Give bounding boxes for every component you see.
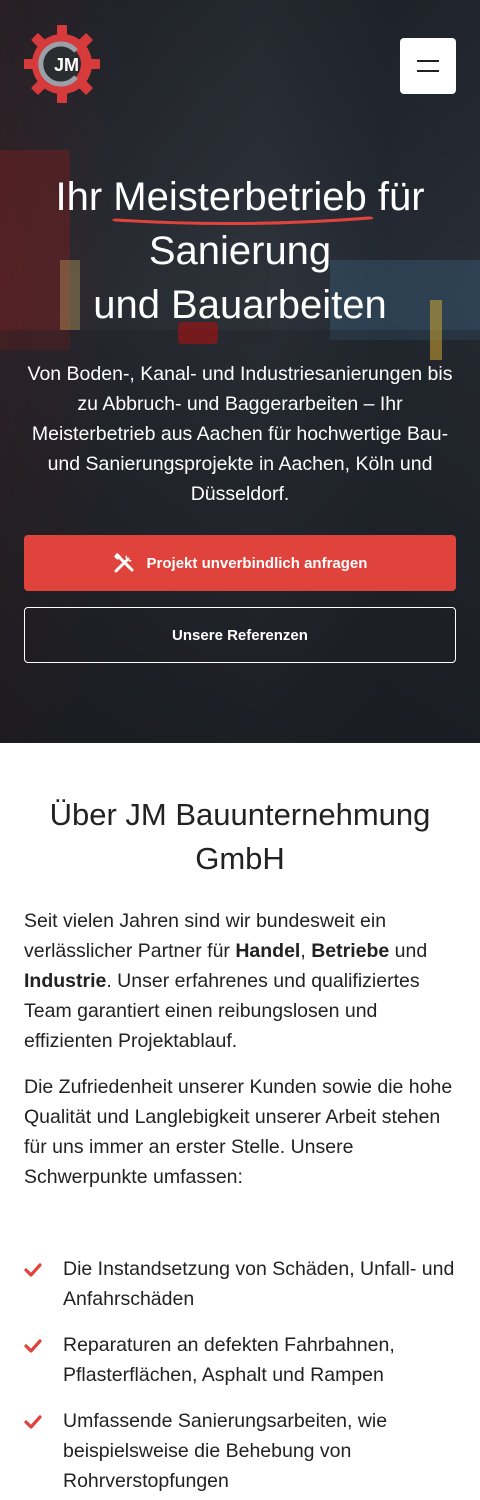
list-item: Umfassende Sanierungsarbeiten, wie beisp… [24, 1406, 456, 1496]
project-inquiry-button[interactable]: Projekt unverbindlich anfragen [24, 535, 456, 591]
tools-icon [113, 552, 134, 573]
hero-description: Von Boden-, Kanal- und Industriesanierun… [27, 363, 453, 505]
hamburger-icon [417, 60, 439, 72]
hero-title-post: für [377, 175, 425, 219]
references-button[interactable]: Unsere Referenzen [24, 607, 456, 663]
svg-text:JM: JM [54, 55, 79, 75]
about-paragraph-2: Die Zufriedenheit unserer Kunden sowie d… [24, 1076, 453, 1188]
logo[interactable]: JM [24, 25, 100, 103]
hero-title-line2: Sanierung [148, 229, 332, 273]
list-item: Reparaturen an defekten Fahrbahnen, Pfla… [24, 1330, 456, 1390]
about-section: Über JM Bauunternehmung GmbH Seit vielen… [0, 743, 480, 1500]
keyword-industrie: Industrie [24, 970, 107, 992]
list-item: Die Instandsetzung von Schäden, Unfall- … [24, 1254, 456, 1314]
hero-title-line3: und Bauarbeiten [93, 283, 387, 327]
check-icon [24, 1263, 42, 1277]
focus-list: Die Instandsetzung von Schäden, Unfall- … [24, 1254, 456, 1500]
hero-title-highlight: Meisterbetrieb [112, 170, 374, 226]
about-title: Über JM Bauunternehmung GmbH [49, 797, 431, 876]
hero-section: JM Ihr Meisterbetrieb für Sanierung und … [0, 0, 480, 743]
gear-logo-icon: JM [24, 25, 100, 103]
menu-button[interactable] [400, 38, 456, 94]
underline-swoosh-icon [112, 216, 374, 226]
keyword-handel: Handel [235, 940, 301, 962]
keyword-betriebe: Betriebe [311, 940, 390, 962]
check-icon [24, 1339, 42, 1353]
hero-title: Ihr Meisterbetrieb für Sanierung und Bau… [20, 170, 460, 332]
hero-title-pre: Ihr [55, 175, 103, 219]
project-inquiry-label: Projekt unverbindlich anfragen [146, 554, 368, 572]
check-icon [24, 1415, 42, 1429]
references-label: Unsere Referenzen [172, 626, 308, 644]
about-paragraph-1: Seit vielen Jahren sind wir bundesweit e… [24, 910, 428, 1052]
